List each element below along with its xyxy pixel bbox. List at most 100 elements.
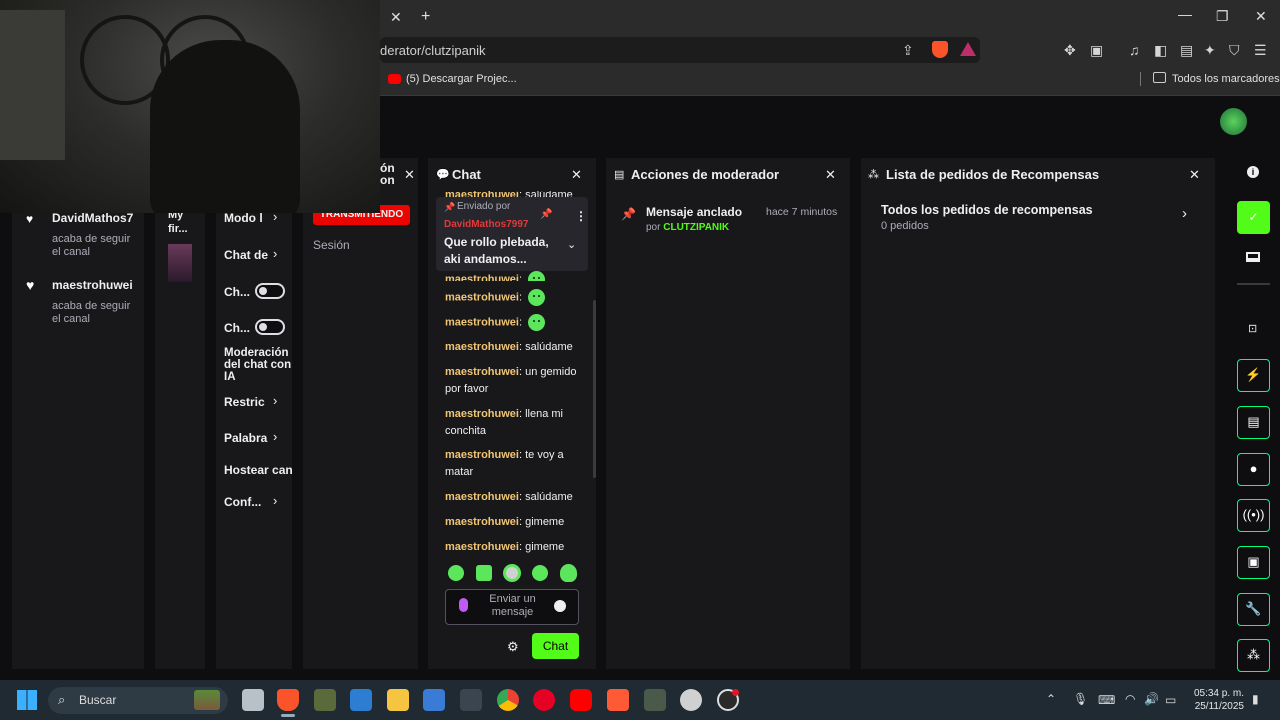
setting-item[interactable]: Moderación del chat con IA [224, 347, 294, 383]
chevron-right-icon: › [273, 246, 278, 261]
mod-action-time: hace 7 minutos [766, 206, 838, 218]
chat-username[interactable]: maestrohuwei [445, 516, 519, 528]
mod-action-user[interactable]: CLUTZIPANIK [663, 222, 729, 233]
emote-icon[interactable] [448, 565, 464, 581]
chat-username[interactable]: maestrohuwei [445, 273, 519, 281]
emote-icon[interactable] [532, 565, 548, 581]
app-icon[interactable] [644, 689, 666, 711]
setting-item[interactable]: Palabra [224, 431, 267, 445]
brave-shield-icon[interactable] [932, 41, 948, 58]
unpin-icon[interactable]: 📌 [540, 209, 552, 220]
close-window-button[interactable]: ✕ [1255, 8, 1267, 25]
emote-icon[interactable] [560, 564, 577, 582]
menu-icon[interactable]: ☰ [1254, 42, 1267, 59]
app-icon[interactable] [607, 689, 629, 711]
close-icon[interactable]: ✕ [571, 167, 582, 183]
tab-close-button[interactable]: ✕ [390, 9, 402, 26]
mic-icon[interactable]: 🎙 [1073, 692, 1088, 706]
all-rewards-link[interactable]: Todos los pedidos de recompensas [881, 203, 1093, 217]
media-icon[interactable]: ♫ [1129, 42, 1140, 58]
wrench-icon[interactable]: 🔧 [1237, 593, 1270, 626]
layout-icon[interactable] [1246, 252, 1260, 262]
app-icon[interactable] [460, 689, 482, 711]
chevron-up-icon[interactable]: ⌃ [1046, 692, 1056, 706]
brave-rewards-icon[interactable] [960, 42, 976, 56]
microphone-icon[interactable] [459, 598, 468, 612]
volume-icon[interactable]: 🔊 [1144, 692, 1159, 706]
info-icon[interactable]: i [1247, 166, 1259, 178]
send-chat-button[interactable]: Chat [532, 633, 579, 659]
minimize-button[interactable]: — [1178, 6, 1192, 22]
restore-button[interactable]: ❐ [1216, 8, 1229, 25]
share-icon[interactable]: ⇪ [902, 42, 914, 59]
bookmark-youtube[interactable]: (5) Descargar Projec... [406, 73, 517, 85]
clock-date[interactable]: 25/11/2025 [1186, 701, 1244, 712]
user-avatar[interactable] [1220, 108, 1247, 135]
chat-username[interactable]: maestrohuwei [445, 341, 519, 353]
rewards-toolbar-icon[interactable]: ⁂ [1237, 639, 1270, 672]
close-icon[interactable]: ✕ [404, 167, 415, 183]
chat-username[interactable]: maestrohuwei [445, 449, 519, 461]
wifi-icon[interactable]: ◠ [1125, 692, 1135, 706]
battery-icon[interactable]: ▭ [1165, 693, 1176, 707]
setting-item[interactable]: Hostear can [224, 463, 292, 477]
pinned-author[interactable]: DavidMathos7997 [444, 219, 528, 230]
chat-icon[interactable]: ● [1237, 453, 1270, 486]
check-icon[interactable]: ✓ [1237, 201, 1270, 234]
chevron-right-icon[interactable]: › [1182, 205, 1187, 222]
capture-icon[interactable]: ⊡ [1248, 322, 1257, 335]
pinterest-icon[interactable] [533, 689, 555, 711]
sidebar-icon[interactable]: ◧ [1154, 42, 1167, 59]
brave-icon[interactable] [277, 689, 299, 711]
emote-icon[interactable] [503, 564, 521, 582]
vpn-icon[interactable]: ⛉ [1229, 42, 1240, 59]
chat-username[interactable]: maestrohuwei [445, 316, 519, 328]
camera-icon[interactable]: ▣ [1237, 546, 1270, 579]
setting-item[interactable]: Chat de [224, 248, 268, 262]
app-icon[interactable] [680, 689, 702, 711]
bookmarks-all[interactable]: Todos los marcadores [1172, 73, 1280, 85]
chat-username[interactable]: maestrohuwei [445, 491, 519, 503]
keyboard-icon[interactable]: ⌨ [1098, 693, 1115, 707]
activity-user[interactable]: DavidMathos7 [52, 211, 142, 225]
notifications-icon[interactable]: ▮ [1252, 692, 1259, 706]
wallet-icon[interactable]: ▤ [1180, 42, 1193, 59]
setting-item[interactable]: Restric [224, 395, 265, 409]
file-explorer-icon[interactable] [387, 689, 409, 711]
store-icon[interactable] [423, 689, 445, 711]
chrome-icon[interactable] [497, 689, 519, 711]
app-icon[interactable] [350, 689, 372, 711]
chat-username[interactable]: maestrohuwei [445, 541, 519, 553]
chat-username[interactable]: maestrohuwei [445, 291, 519, 303]
chat-username[interactable]: maestrohuwei [445, 408, 519, 420]
activity-user[interactable]: maestrohuwei [52, 278, 133, 292]
extensions-icon[interactable]: ✥ [1064, 42, 1076, 59]
chat-username[interactable]: maestrohuwei [445, 366, 519, 378]
lightning-icon[interactable]: ⚡ [1237, 359, 1270, 392]
new-tab-button[interactable]: + [421, 8, 430, 26]
leo-ai-icon[interactable]: ✦ [1204, 42, 1216, 59]
app-icon[interactable] [314, 689, 336, 711]
chevron-down-icon[interactable]: ⌄ [567, 238, 576, 251]
video-thumbnail[interactable] [168, 244, 192, 282]
toggle-switch[interactable] [255, 319, 285, 335]
setting-item[interactable]: Conf... [224, 495, 261, 509]
webcam-overlay [0, 0, 380, 213]
setting-item[interactable]: Modo l [224, 211, 263, 225]
windows-start-icon[interactable] [17, 690, 37, 710]
toggle-switch[interactable] [255, 283, 285, 299]
folder-icon [1153, 72, 1166, 83]
clock-time[interactable]: 05:34 p. m. [1186, 688, 1244, 699]
youtube-app-icon[interactable] [570, 689, 592, 711]
chat-scrollbar[interactable] [593, 300, 596, 478]
emoji-icon[interactable] [554, 600, 566, 612]
gear-icon[interactable]: ⚙ [507, 639, 519, 655]
task-view-icon[interactable] [242, 689, 264, 711]
emote-icon[interactable] [476, 565, 492, 581]
more-options-icon[interactable]: ⋮ [575, 209, 587, 223]
close-icon[interactable]: ✕ [1189, 167, 1200, 183]
broadcast-icon[interactable]: ((•)) [1237, 499, 1270, 532]
close-icon[interactable]: ✕ [825, 167, 836, 183]
screenshot-icon[interactable]: ▣ [1090, 42, 1103, 59]
notes-icon[interactable]: ▤ [1237, 406, 1270, 439]
